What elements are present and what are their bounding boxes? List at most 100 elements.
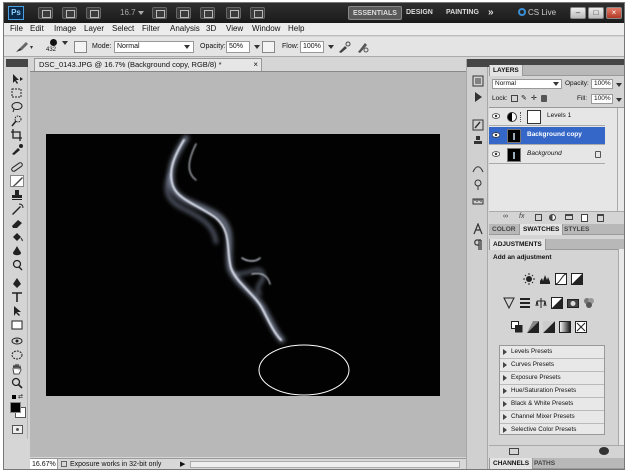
black-white-icon[interactable] [551, 297, 563, 309]
status-zoom-field[interactable]: 16.67% [30, 459, 58, 469]
clip-to-layer-icon[interactable] [599, 447, 609, 455]
paths-panel-icon[interactable] [472, 163, 484, 175]
layer-style-icon[interactable]: fx [519, 213, 524, 220]
adjustments-scrollbar[interactable] [618, 249, 624, 445]
lock-all-icon[interactable] [541, 95, 547, 102]
brushes-panel-icon[interactable] [472, 119, 484, 131]
layer-blend-mode-select[interactable]: Normal [492, 79, 562, 89]
photo-filter-icon[interactable] [567, 297, 579, 309]
type-tool[interactable] [10, 291, 24, 303]
airbrush-button[interactable] [338, 41, 351, 53]
foreground-color-swatch[interactable] [10, 402, 21, 413]
paragraph-panel-icon[interactable] [472, 239, 484, 251]
measurement-panel-icon[interactable] [472, 195, 484, 207]
preset-channel-mixer[interactable]: Channel Mixer Presets [500, 411, 604, 424]
lock-transparency-icon[interactable] [511, 95, 518, 102]
eye-icon[interactable] [492, 113, 500, 119]
preset-hue-saturation[interactable]: Hue/Saturation Presets [500, 385, 604, 398]
layer-opacity-field[interactable]: 100% [591, 79, 613, 89]
preset-exposure[interactable]: Exposure Presets [500, 372, 604, 385]
tab-paths[interactable]: PATHS [531, 458, 558, 469]
menu-file[interactable]: File [10, 24, 23, 33]
new-adjustment-layer-icon[interactable] [549, 214, 556, 221]
eraser-tool[interactable] [10, 217, 24, 229]
invert-icon[interactable] [511, 321, 523, 333]
hand-tool[interactable] [10, 363, 24, 375]
tablet-pressure-button[interactable] [356, 41, 369, 53]
mode-select[interactable]: Normal [114, 41, 194, 53]
workspace-design[interactable]: DESIGN [402, 6, 437, 20]
hue-saturation-icon[interactable] [519, 297, 531, 309]
rotate-view-button[interactable] [200, 7, 215, 19]
zoom-tool[interactable] [10, 377, 24, 389]
minimize-button[interactable]: – [570, 7, 586, 19]
3d-orbit-tool[interactable] [10, 349, 24, 361]
layer-row-background-copy[interactable]: Background copy [489, 127, 605, 145]
menu-window[interactable]: Window [252, 24, 280, 33]
bridge-button[interactable] [38, 7, 53, 19]
smoke-photo-canvas[interactable] [46, 134, 440, 396]
flow-dropdown-icon[interactable] [328, 45, 334, 49]
layers-scrollbar[interactable] [617, 108, 624, 212]
lock-pixels-icon[interactable]: ✎ [521, 94, 527, 102]
horizontal-scrollbar[interactable] [190, 461, 460, 468]
document-canvas-area[interactable] [30, 71, 466, 457]
tab-swatches[interactable]: SWATCHES [519, 224, 564, 235]
tab-color[interactable]: COLOR [489, 224, 518, 235]
preset-black-white[interactable]: Black & White Presets [500, 398, 604, 411]
marquee-tool[interactable] [10, 87, 24, 99]
eye-icon[interactable] [492, 151, 500, 157]
quick-selection-tool[interactable] [10, 115, 24, 127]
tab-layers[interactable]: LAYERS [489, 65, 523, 76]
swap-colors-icon[interactable]: ⇄ [18, 393, 23, 400]
menu-filter[interactable]: Filter [142, 24, 160, 33]
actions-panel-icon[interactable] [472, 91, 484, 103]
exposure-icon[interactable] [571, 273, 583, 285]
more-workspaces-button[interactable]: » [484, 6, 498, 20]
brush-tool[interactable] [10, 175, 24, 187]
menu-layer[interactable]: Layer [84, 24, 104, 33]
status-menu-arrow[interactable]: ▶ [180, 459, 185, 469]
new-group-icon[interactable] [565, 214, 573, 220]
tools-panel-grip[interactable] [6, 59, 28, 67]
move-tool[interactable] [10, 73, 24, 85]
tab-adjustments[interactable]: ADJUSTMENTS [489, 239, 546, 250]
fill-dropdown-icon[interactable] [616, 98, 622, 102]
channel-mixer-icon[interactable] [583, 297, 595, 309]
link-layers-icon[interactable]: ∞ [503, 213, 508, 220]
menu-analysis[interactable]: Analysis [170, 24, 200, 33]
status-info-icon[interactable] [61, 461, 67, 467]
tool-preset-picker[interactable] [14, 41, 33, 53]
eyedropper-tool[interactable] [10, 143, 24, 155]
character-panel-icon[interactable] [472, 222, 484, 235]
hand-tool-button[interactable] [152, 7, 167, 19]
add-mask-icon[interactable] [535, 214, 542, 221]
workspace-essentials[interactable]: ESSENTIALS [348, 6, 402, 20]
3d-rotate-tool[interactable] [10, 335, 24, 347]
blur-tool[interactable] [10, 245, 24, 257]
curves-icon[interactable] [555, 273, 567, 285]
strip-grip[interactable] [467, 59, 489, 67]
menu-3d[interactable]: 3D [206, 24, 216, 33]
lock-position-icon[interactable]: ✛ [531, 94, 537, 102]
menu-image[interactable]: Image [54, 24, 76, 33]
vibrance-icon[interactable] [503, 297, 515, 310]
menu-view[interactable]: View [226, 24, 243, 33]
pen-tool[interactable] [10, 277, 24, 289]
preset-selective-color[interactable]: Selective Color Presets [500, 424, 604, 437]
layer-mask-thumbnail[interactable] [527, 110, 541, 124]
history-panel-icon[interactable] [472, 75, 484, 87]
view-extras-button[interactable] [86, 7, 101, 19]
ellipse-selection[interactable] [258, 344, 350, 396]
eye-icon[interactable] [492, 132, 500, 138]
close-button[interactable]: × [606, 7, 622, 19]
crop-tool[interactable] [10, 129, 24, 141]
menu-help[interactable]: Help [288, 24, 304, 33]
document-tab[interactable]: DSC_0143.JPG @ 16.7% (Background copy, R… [34, 58, 262, 71]
clone-stamp-tool[interactable] [10, 189, 24, 201]
layer-row-levels[interactable]: Levels 1 [489, 108, 605, 126]
zoom-tool-button[interactable] [176, 7, 191, 19]
chain-link-icon[interactable] [520, 112, 524, 122]
close-icon[interactable]: × [253, 59, 258, 71]
color-balance-icon[interactable] [535, 297, 547, 309]
